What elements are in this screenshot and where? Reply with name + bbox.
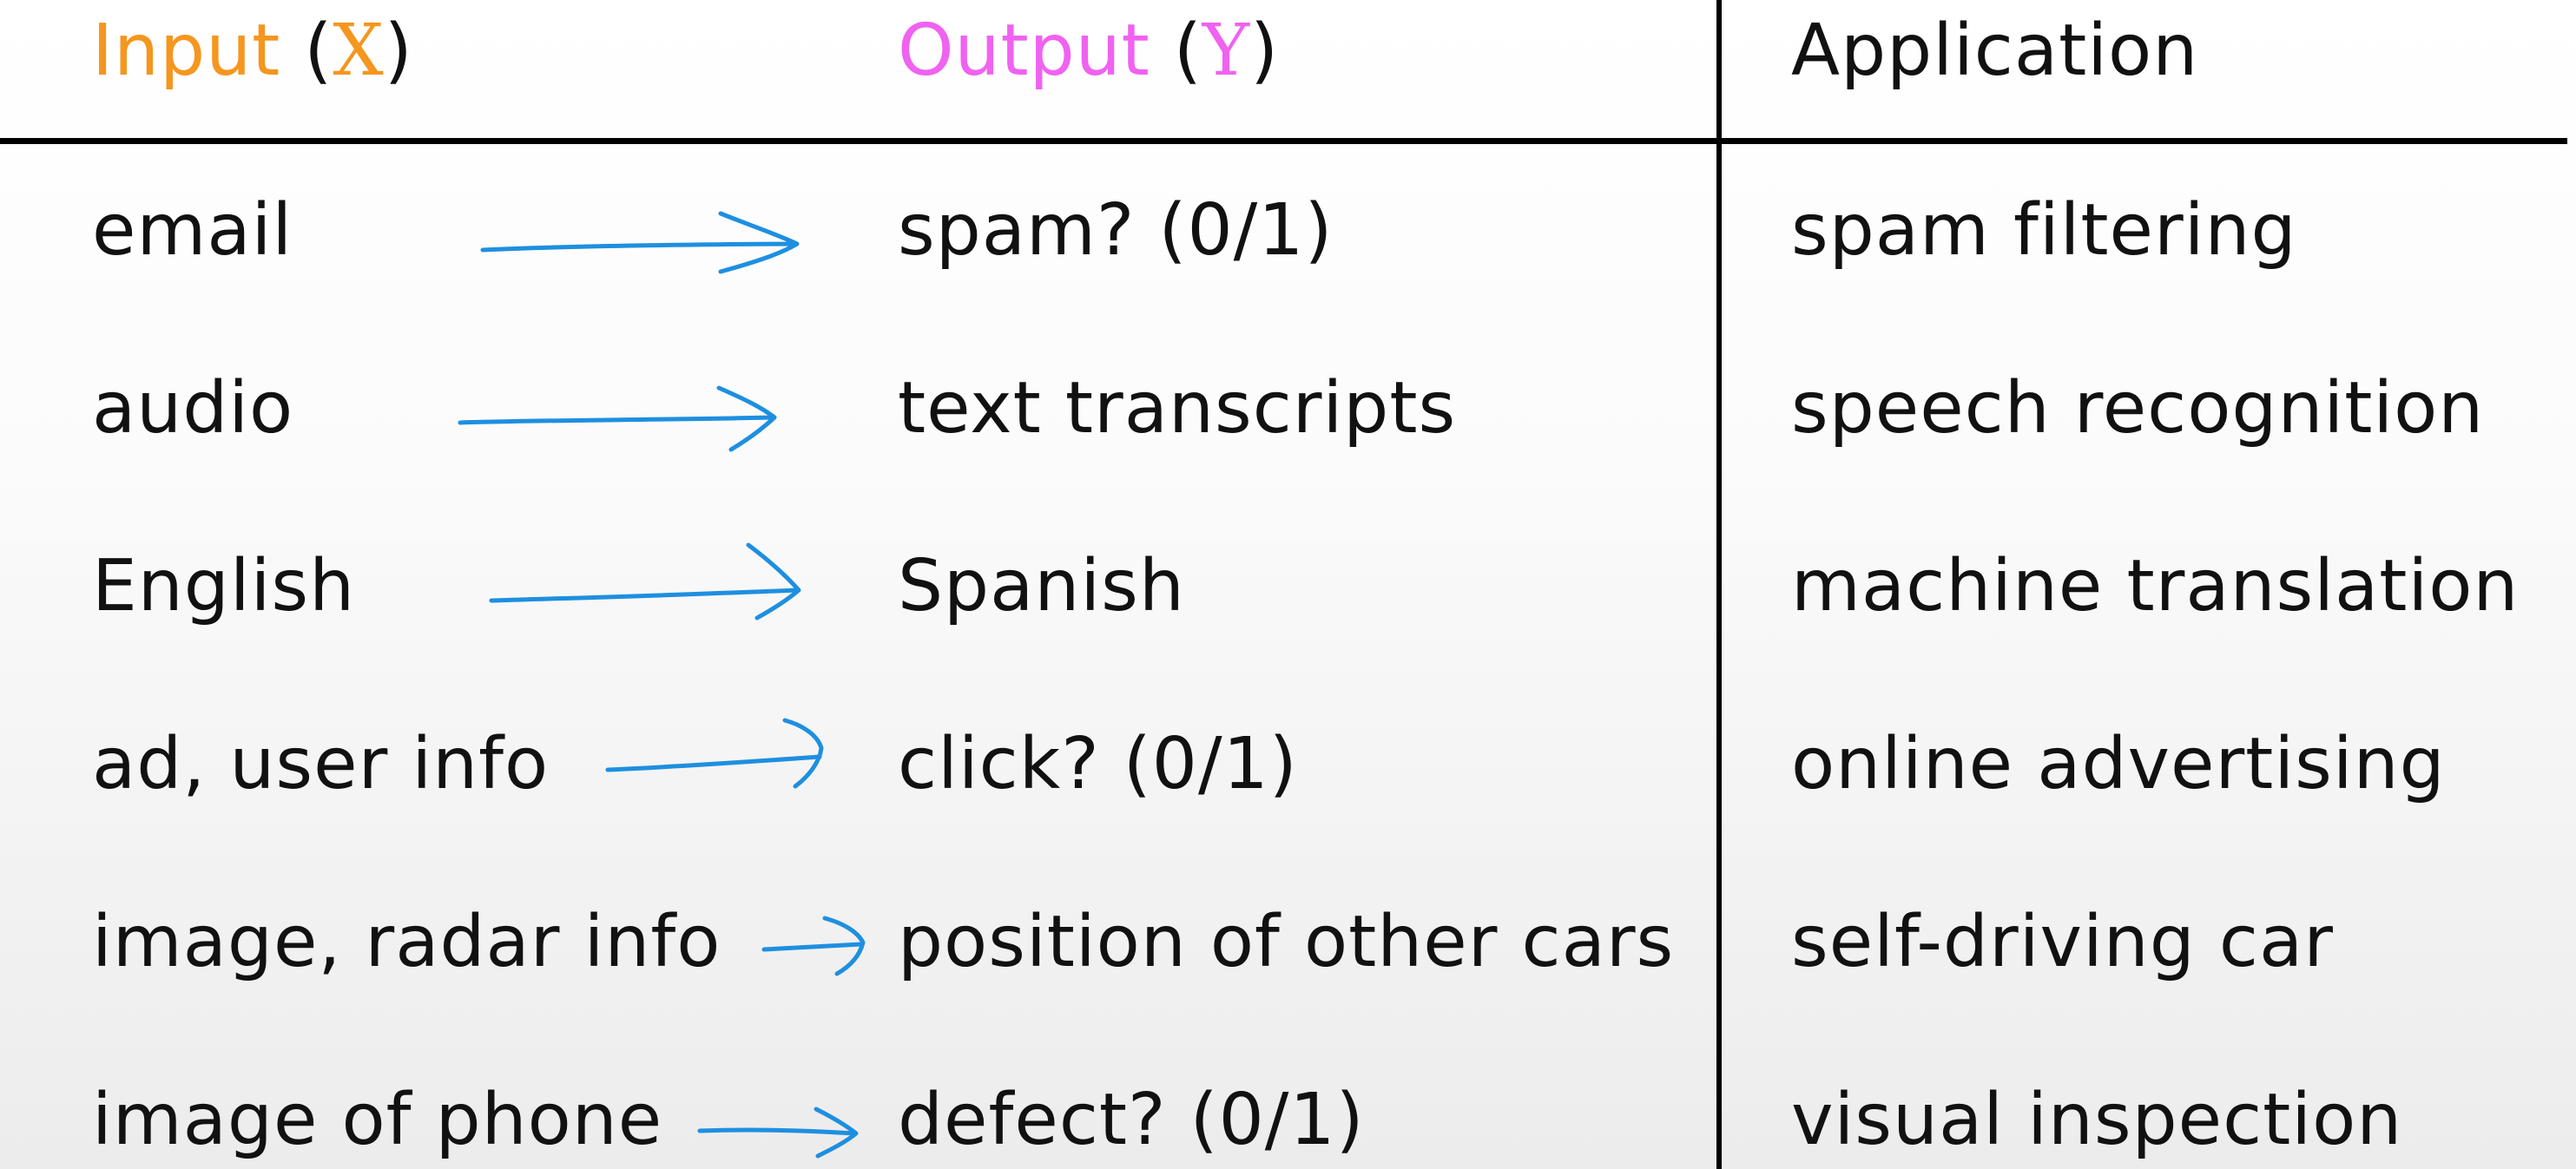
slide: Input (X) Output (Y) Application email s… bbox=[0, 0, 2576, 1169]
application-cell-visual-inspection: visual inspection bbox=[1791, 1079, 2403, 1161]
output-cell-defect: defect? (0/1) bbox=[898, 1079, 1365, 1161]
right-arrow-icon bbox=[697, 1107, 859, 1159]
